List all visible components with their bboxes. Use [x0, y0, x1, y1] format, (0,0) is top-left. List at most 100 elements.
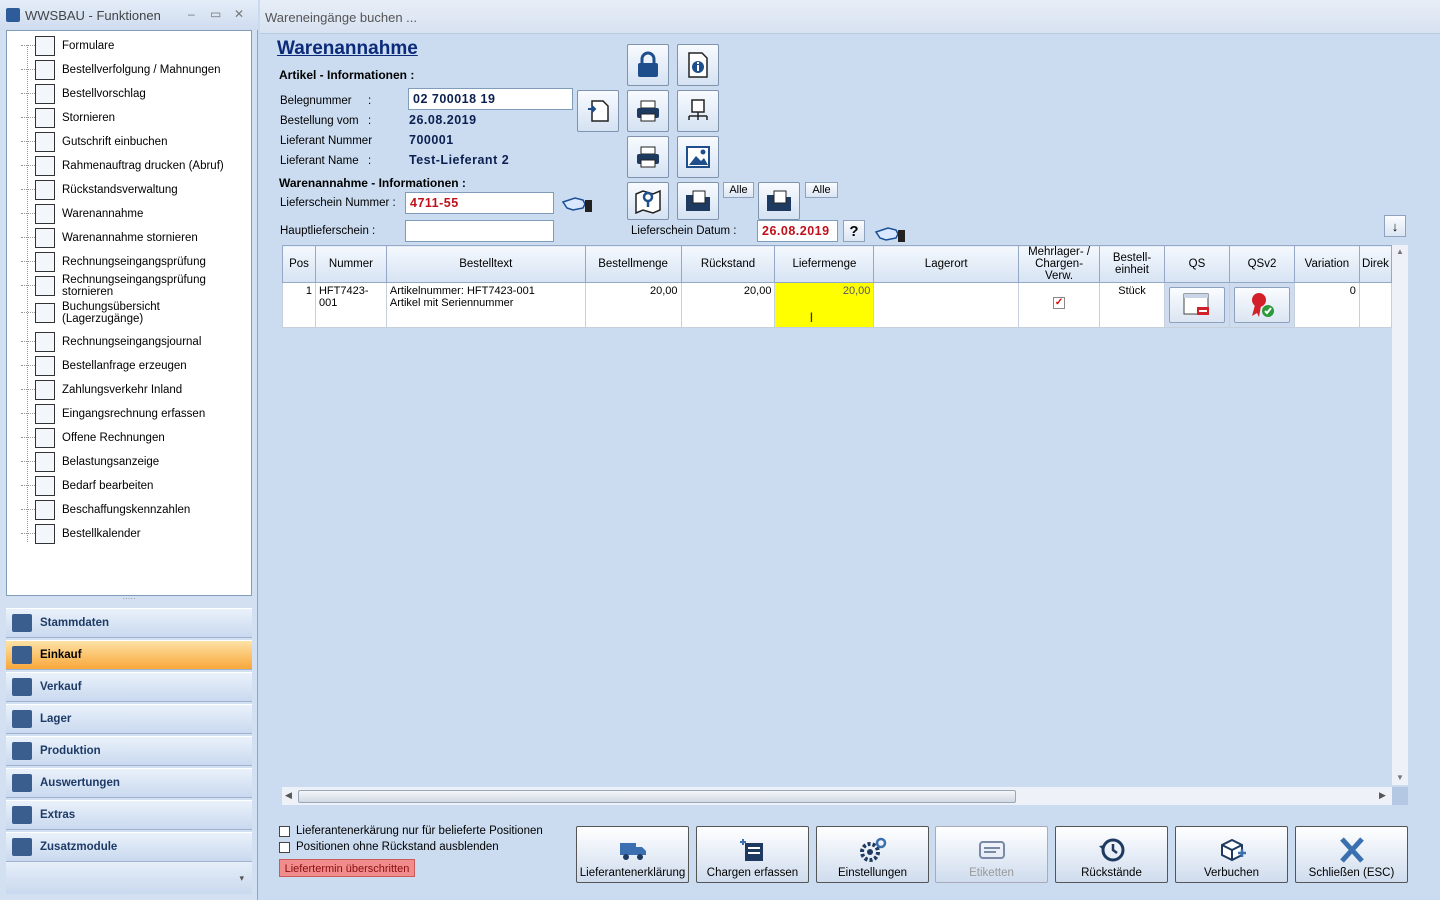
- nav-item-verkauf[interactable]: Verkauf: [6, 672, 252, 702]
- lock-button[interactable]: [627, 44, 669, 86]
- tree-item[interactable]: Rechnungseingangsjournal: [7, 330, 247, 354]
- tree-item[interactable]: Warenannahme stornieren: [7, 226, 247, 250]
- cell-lagerort[interactable]: [873, 282, 1020, 328]
- column-header[interactable]: Lagerort: [873, 245, 1020, 283]
- column-header[interactable]: QSv2: [1228, 245, 1295, 283]
- splitter-handle[interactable]: ·····: [6, 595, 252, 604]
- nav-item-produktion[interactable]: Produktion: [6, 736, 252, 766]
- column-header[interactable]: Direk: [1358, 245, 1393, 283]
- tree-item[interactable]: Eingangsrechnung erfassen: [7, 402, 247, 426]
- scroll-up-arrow-icon[interactable]: ▲: [1396, 247, 1404, 256]
- tree-item[interactable]: Belastungsanzeige: [7, 450, 247, 474]
- help-button[interactable]: ?: [843, 220, 865, 242]
- chargen-erfassen-button[interactable]: Chargen erfassen: [696, 826, 809, 883]
- checked-checkbox-icon[interactable]: ✓: [1053, 297, 1066, 309]
- verbuchen-button[interactable]: Verbuchen: [1175, 826, 1288, 883]
- tree-item[interactable]: Bestellvorschlag: [7, 82, 247, 106]
- lieferschein-input[interactable]: 4711-55: [405, 192, 554, 214]
- column-header[interactable]: Pos: [282, 245, 316, 283]
- belegnummer-input[interactable]: 02 700018 19: [408, 88, 573, 110]
- tree-item[interactable]: Rückstandsverwaltung: [7, 178, 247, 202]
- minimize-button[interactable]: –: [188, 7, 195, 21]
- close-button[interactable]: ✕: [234, 7, 244, 21]
- einstellungen-button[interactable]: Einstellungen: [816, 826, 929, 883]
- column-header[interactable]: Bestell-einheit: [1099, 245, 1165, 283]
- cell-liefermenge[interactable]: 20,00 I: [774, 282, 875, 328]
- sort-down-button[interactable]: ↓: [1384, 215, 1406, 237]
- nav-footer-chevron-icon[interactable]: ▾: [6, 862, 252, 894]
- open-folder-button-2[interactable]: [758, 182, 800, 220]
- network-button[interactable]: [677, 90, 719, 132]
- tree-item[interactable]: Gutschrift einbuchen: [7, 130, 247, 154]
- pointer-hand-icon[interactable]: [874, 222, 906, 246]
- map-location-button[interactable]: [627, 182, 669, 220]
- cell-rueckstand[interactable]: 20,00: [680, 282, 776, 328]
- tree-item[interactable]: Zahlungsverkehr Inland: [7, 378, 247, 402]
- cell-nummer[interactable]: HFT7423-001: [314, 282, 387, 328]
- tree-item[interactable]: Bestellanfrage erzeugen: [7, 354, 247, 378]
- hauptlieferschein-input[interactable]: [405, 220, 554, 242]
- scroll-right-arrow-icon[interactable]: ▶: [1379, 790, 1386, 801]
- tree-item[interactable]: Rechnungseingangsprüfung stornieren: [7, 274, 247, 298]
- column-header[interactable]: Rückstand: [680, 245, 776, 283]
- column-header[interactable]: Nummer: [314, 245, 387, 283]
- lieferschein-datum-input[interactable]: 26.08.2019: [757, 220, 838, 242]
- column-header[interactable]: Liefermenge: [774, 245, 875, 283]
- scroll-left-arrow-icon[interactable]: ◀: [285, 790, 292, 801]
- cell-mehrlager[interactable]: ✓: [1018, 282, 1101, 328]
- column-header[interactable]: Mehrlager- / Chargen-Verw.: [1018, 245, 1101, 283]
- print-preview-button[interactable]: [627, 136, 669, 178]
- table-row[interactable]: 1 HFT7423-001 Artikelnummer: HFT7423-001…: [282, 282, 1393, 328]
- pointer-hand-icon[interactable]: [561, 192, 593, 216]
- horizontal-scroll-thumb[interactable]: [298, 790, 1016, 803]
- column-header[interactable]: QS: [1163, 245, 1230, 283]
- checkbox-box[interactable]: [279, 825, 290, 837]
- cell-bestelltext[interactable]: Artikelnummer: HFT7423-001 Artikel mit S…: [385, 282, 586, 328]
- column-header[interactable]: Bestellmenge: [584, 245, 682, 283]
- column-header[interactable]: Variation: [1293, 245, 1360, 283]
- lieferantenerklaerung-button[interactable]: Lieferantenerklärung: [576, 826, 689, 883]
- tree-item[interactable]: Bestellverfolgung / Mahnungen: [7, 58, 247, 82]
- tree-item[interactable]: Offene Rechnungen: [7, 426, 247, 450]
- nav-item-lager[interactable]: Lager: [6, 704, 252, 734]
- copy-button[interactable]: [577, 90, 619, 132]
- maximize-button[interactable]: ▭: [210, 7, 221, 21]
- scroll-down-arrow-icon[interactable]: ▼: [1396, 773, 1404, 782]
- open-folder-button[interactable]: [677, 182, 719, 220]
- checkbox-lieferantenerklaerung[interactable]: Lieferantenerkärung nur für belieferte P…: [279, 825, 543, 837]
- qsv2-award-icon[interactable]: [1233, 287, 1290, 323]
- tree-item[interactable]: Stornieren: [7, 106, 247, 130]
- tree-item[interactable]: Beschaffungskennzahlen: [7, 498, 247, 522]
- cell-direk[interactable]: [1358, 282, 1393, 328]
- vertical-scrollbar[interactable]: ▲ ▼: [1392, 245, 1408, 785]
- tree-item[interactable]: Formulare: [7, 34, 247, 58]
- checkbox-box[interactable]: [279, 841, 290, 853]
- nav-item-auswertungen[interactable]: Auswertungen: [6, 768, 252, 798]
- info-button[interactable]: [677, 44, 719, 86]
- tree-item[interactable]: Bedarf bearbeiten: [7, 474, 247, 498]
- image-button[interactable]: [677, 136, 719, 178]
- column-header[interactable]: Bestelltext: [385, 245, 586, 283]
- cell-einheit[interactable]: Stück: [1099, 282, 1165, 328]
- nav-item-stammdaten[interactable]: Stammdaten: [6, 608, 252, 638]
- etiketten-button[interactable]: Etiketten: [935, 826, 1048, 883]
- tree-item[interactable]: Bestellkalender: [7, 522, 247, 546]
- rueckstaende-button[interactable]: Rückstände: [1055, 826, 1168, 883]
- nav-item-extras[interactable]: Extras: [6, 800, 252, 830]
- nav-item-einkauf[interactable]: Einkauf: [6, 640, 252, 670]
- qs-window-icon[interactable]: [1168, 287, 1225, 323]
- cell-qsv2[interactable]: [1228, 282, 1295, 328]
- alle-button-2[interactable]: Alle: [805, 182, 838, 198]
- cell-qs[interactable]: [1163, 282, 1230, 328]
- nav-item-zusatzmodule[interactable]: Zusatzmodule: [6, 832, 252, 862]
- tree-item[interactable]: Warenannahme: [7, 202, 247, 226]
- checkbox-positionen-ausblenden[interactable]: Positionen ohne Rückstand ausblenden: [279, 841, 499, 853]
- schliessen-button[interactable]: Schließen (ESC): [1295, 826, 1408, 883]
- tree-item[interactable]: Rahmenauftrag drucken (Abruf): [7, 154, 247, 178]
- print-button[interactable]: [627, 90, 669, 132]
- cell-bestellmenge[interactable]: 20,00: [584, 282, 682, 328]
- cell-variation[interactable]: 0: [1293, 282, 1360, 328]
- alle-button-1[interactable]: Alle: [723, 182, 754, 198]
- cell-pos[interactable]: 1: [282, 282, 316, 328]
- tree-item[interactable]: Rechnungseingangsprüfung: [7, 250, 247, 274]
